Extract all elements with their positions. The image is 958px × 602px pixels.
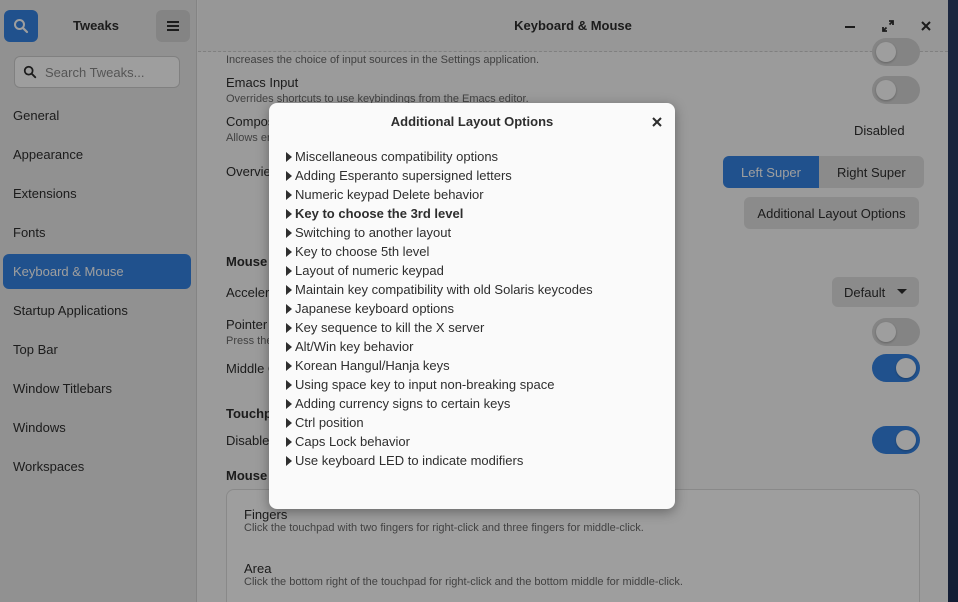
layout-option-label: Adding currency signs to certain keys (295, 396, 511, 411)
layout-option-row[interactable]: Adding Esperanto supersigned letters (283, 166, 663, 185)
layout-option-label: Alt/Win key behavior (295, 339, 414, 354)
layout-option-row[interactable]: Numeric keypad Delete behavior (283, 185, 663, 204)
close-icon (652, 117, 662, 127)
layout-option-row[interactable]: Miscellaneous compatibility options (283, 147, 663, 166)
dialog-title: Additional Layout Options (390, 114, 554, 129)
layout-option-row[interactable]: Alt/Win key behavior (283, 337, 663, 356)
expander-arrow-icon[interactable] (283, 322, 295, 334)
expander-arrow-icon[interactable] (283, 436, 295, 448)
expander-arrow-icon[interactable] (283, 341, 295, 353)
layout-option-row[interactable]: Korean Hangul/Hanja keys (283, 356, 663, 375)
layout-option-label: Maintain key compatibility with old Sola… (295, 282, 593, 297)
layout-option-row[interactable]: Key to choose the 3rd level (283, 204, 663, 223)
layout-option-label: Miscellaneous compatibility options (295, 149, 499, 164)
layout-option-row[interactable]: Key sequence to kill the X server (283, 318, 663, 337)
layout-option-row[interactable]: Japanese keyboard options (283, 299, 663, 318)
layout-option-label: Key sequence to kill the X server (295, 320, 485, 335)
layout-option-label: Korean Hangul/Hanja keys (295, 358, 450, 373)
expander-arrow-icon[interactable] (283, 417, 295, 429)
layout-option-label: Adding Esperanto supersigned letters (295, 168, 512, 183)
expander-arrow-icon[interactable] (283, 151, 295, 163)
layout-option-label: Japanese keyboard options (295, 301, 455, 316)
layout-option-row[interactable]: Adding currency signs to certain keys (283, 394, 663, 413)
layout-option-row[interactable]: Caps Lock behavior (283, 432, 663, 451)
expander-arrow-icon[interactable] (283, 455, 295, 467)
expander-arrow-icon[interactable] (283, 398, 295, 410)
layout-option-row[interactable]: Using space key to input non-breaking sp… (283, 375, 663, 394)
expander-arrow-icon[interactable] (283, 189, 295, 201)
layout-option-row[interactable]: Key to choose 5th level (283, 242, 663, 261)
expander-arrow-icon[interactable] (283, 208, 295, 220)
layout-option-row[interactable]: Ctrl position (283, 413, 663, 432)
layout-option-label: Ctrl position (295, 415, 364, 430)
additional-layout-options-dialog: Additional Layout Options Miscellaneous … (269, 103, 675, 509)
layout-options-tree: Miscellaneous compatibility options Addin… (283, 147, 663, 470)
expander-arrow-icon[interactable] (283, 227, 295, 239)
layout-option-label: Caps Lock behavior (295, 434, 410, 449)
expander-arrow-icon[interactable] (283, 170, 295, 182)
dialog-close-button[interactable] (649, 114, 665, 130)
layout-option-label: Numeric keypad Delete behavior (295, 187, 484, 202)
layout-option-row[interactable]: Layout of numeric keypad (283, 261, 663, 280)
layout-option-label: Key to choose 5th level (295, 244, 430, 259)
layout-option-label: Key to choose the 3rd level (295, 206, 464, 221)
expander-arrow-icon[interactable] (283, 360, 295, 372)
expander-arrow-icon[interactable] (283, 379, 295, 391)
expander-arrow-icon[interactable] (283, 246, 295, 258)
layout-option-label: Layout of numeric keypad (295, 263, 444, 278)
expander-arrow-icon[interactable] (283, 303, 295, 315)
layout-option-label: Use keyboard LED to indicate modifiers (295, 453, 524, 468)
layout-option-row[interactable]: Maintain key compatibility with old Sola… (283, 280, 663, 299)
expander-arrow-icon[interactable] (283, 284, 295, 296)
expander-arrow-icon[interactable] (283, 265, 295, 277)
layout-option-label: Switching to another layout (295, 225, 452, 240)
layout-option-row[interactable]: Use keyboard LED to indicate modifiers (283, 451, 663, 470)
layout-option-label: Using space key to input non-breaking sp… (295, 377, 555, 392)
layout-option-row[interactable]: Switching to another layout (283, 223, 663, 242)
